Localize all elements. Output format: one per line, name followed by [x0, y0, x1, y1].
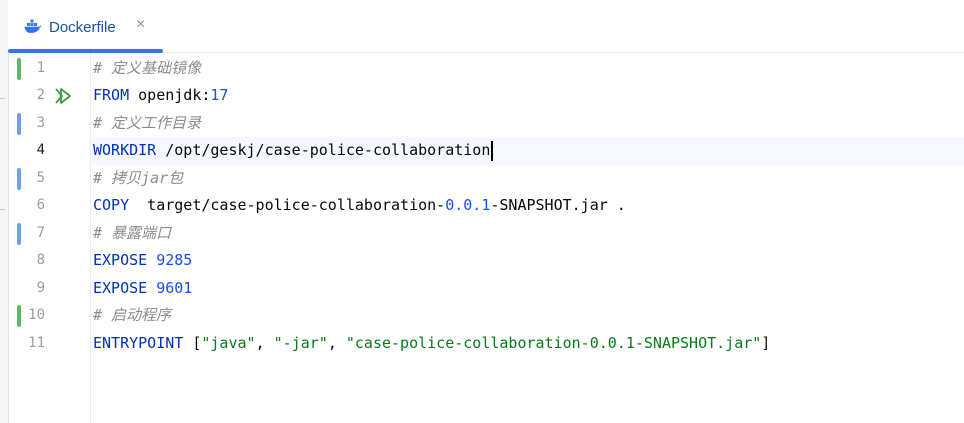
token-plain: target/case-police-collaboration-	[129, 196, 446, 214]
token-str: "-jar"	[273, 333, 328, 352]
token-kw: EXPOSE	[93, 278, 148, 297]
token-comment: # 拷贝jar包	[93, 168, 184, 187]
line-number: 8	[36, 252, 45, 268]
token-num: 17	[210, 86, 229, 104]
token-plain: ,	[327, 333, 346, 352]
token-plain: -SNAPSHOT.jar .	[490, 196, 626, 214]
tab-dockerfile[interactable]: Dockerfile ×	[8, 0, 163, 53]
token-comment: # 定义工作目录	[93, 113, 202, 132]
code-text: # 定义工作目录	[93, 110, 201, 138]
token-plain: ,	[255, 333, 274, 352]
code-text: EXPOSE 9285	[93, 247, 192, 275]
code-area[interactable]: # 定义基础镜像 FROM openjdk:17 # 定义工作目录 WORKDIR /…	[91, 53, 964, 423]
token-kw: WORKDIR	[93, 141, 157, 159]
token-plain: /opt/geskj/case-police-collaboration	[156, 141, 491, 159]
line-number: 2	[36, 87, 45, 103]
editor-gutter: 1 2 3 4 5 6 7 8 9 10 11	[8, 53, 91, 423]
run-icon[interactable]	[54, 87, 72, 105]
code-text: FROM openjdk:17	[93, 82, 228, 110]
token-num: 9601	[156, 278, 193, 297]
code-line[interactable]: # 定义工作目录	[91, 110, 964, 138]
token-str: "case-police-collaboration-0.0.1-SNAPSHO…	[345, 333, 762, 352]
line-number: 3	[36, 114, 45, 131]
code-line[interactable]: # 拷贝jar包	[91, 165, 964, 193]
code-text: WORKDIR /opt/geskj/case-police-collabora…	[93, 137, 494, 165]
code-text: # 暴露端口	[93, 220, 171, 248]
code-text: COPY target/case-police-collaboration-0.…	[93, 192, 626, 220]
tab-file-name: Dockerfile	[49, 19, 116, 36]
line-number: 6	[36, 197, 45, 213]
line-number: 9	[36, 279, 45, 296]
code-line-current[interactable]: WORKDIR /opt/geskj/case-police-collabora…	[91, 137, 964, 165]
side-panel-notch	[0, 98, 5, 210]
code-line[interactable]: EXPOSE 9601	[91, 275, 964, 303]
token-comment: # 定义基础镜像	[93, 58, 202, 77]
code-text: ENTRYPOINT ["java", "-jar", "case-police…	[93, 330, 770, 358]
token-plain: ]	[761, 333, 771, 352]
code-text: # 启动程序	[93, 302, 171, 330]
code-line[interactable]: # 启动程序	[91, 302, 964, 330]
code-text: # 拷贝jar包	[93, 165, 183, 193]
code-line[interactable]: EXPOSE 9285	[91, 247, 964, 275]
close-tab-icon[interactable]: ×	[136, 17, 145, 33]
docker-whale-icon	[24, 19, 42, 33]
token-num: 0.0.1	[445, 196, 491, 214]
line-number: 4	[36, 142, 45, 158]
code-text: # 定义基础镜像	[93, 55, 201, 83]
text-caret	[491, 140, 494, 161]
token-kw: ENTRYPOINT	[93, 333, 184, 352]
token-str: "java"	[201, 333, 256, 352]
line-number: 10	[28, 307, 45, 323]
code-line[interactable]: # 定义基础镜像	[91, 55, 964, 83]
token-kw: COPY	[93, 196, 130, 214]
line-number: 11	[28, 334, 45, 351]
line-number: 5	[36, 169, 45, 186]
code-text: EXPOSE 9601	[93, 275, 192, 303]
token-kw: FROM	[93, 86, 130, 104]
code-line[interactable]: COPY target/case-police-collaboration-0.…	[91, 192, 964, 220]
code-editor[interactable]: 1 2 3 4 5 6 7 8 9 10 11 # 定义基础镜像 FROM openjdk:17 # 定…	[8, 53, 964, 423]
line-number: 1	[36, 59, 45, 76]
code-line[interactable]: # 暴露端口	[91, 220, 964, 248]
code-line[interactable]: ENTRYPOINT ["java", "-jar", "case-police…	[91, 330, 964, 358]
token-comment: # 启动程序	[93, 306, 172, 324]
code-line[interactable]: FROM openjdk:17	[91, 82, 964, 110]
editor-tab-bar: Dockerfile ×	[8, 0, 964, 53]
token-num: 9285	[156, 251, 193, 269]
line-number: 7	[36, 224, 45, 241]
token-plain: [	[183, 333, 202, 352]
token-kw: EXPOSE	[93, 251, 148, 269]
token-plain: openjdk:	[129, 86, 211, 104]
token-comment: # 暴露端口	[93, 223, 172, 242]
